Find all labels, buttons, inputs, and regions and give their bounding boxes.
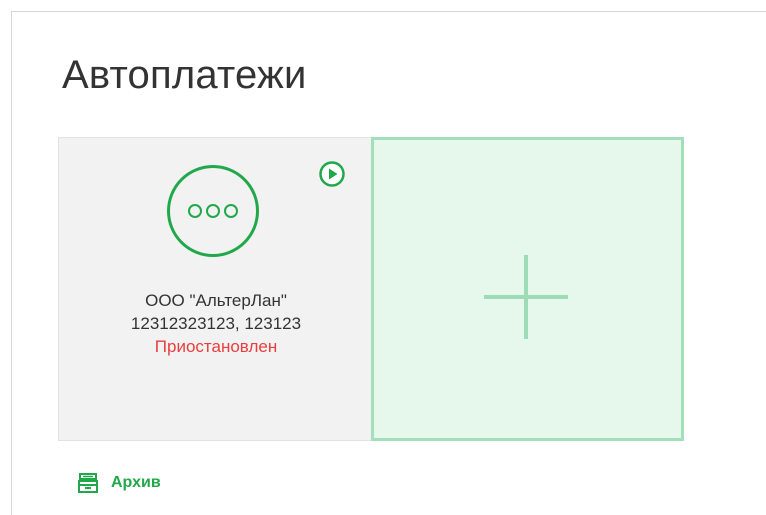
status-badge: Приостановлен: [154, 337, 278, 356]
play-icon[interactable]: [318, 160, 346, 188]
account-numbers: 12312323123, 123123: [130, 314, 302, 333]
archive-link[interactable]: Архив: [77, 469, 161, 497]
page-title: Автоплатежи: [62, 53, 307, 97]
org-name: ООО "АльтерЛан": [145, 291, 287, 310]
archive-box-icon: [78, 473, 98, 493]
add-autopayment-button[interactable]: [371, 137, 684, 441]
autopayment-card[interactable]: ООО "АльтерЛан" 12312323123, 123123 Прио…: [58, 137, 372, 441]
payee-avatar: [167, 165, 259, 257]
archive-label: Архив: [111, 474, 161, 491]
ellipsis-icon: [188, 204, 238, 218]
plus-icon: [484, 255, 568, 339]
